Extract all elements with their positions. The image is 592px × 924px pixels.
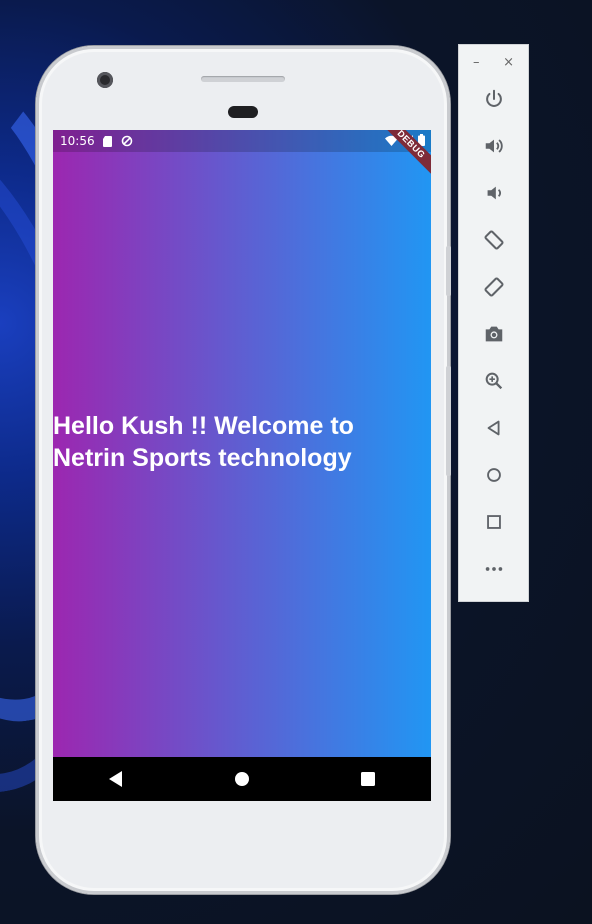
zoom-icon — [485, 372, 502, 389]
status-bar: 10:56 DEBUG — [53, 130, 431, 178]
phone-device-frame: 10:56 DEBUG Hello Kush !! Welcome to Net… — [36, 46, 451, 894]
rotate-left-icon — [483, 229, 504, 250]
power-button[interactable] — [459, 75, 528, 122]
minimize-button[interactable]: – — [473, 55, 480, 75]
rotate-left-button[interactable] — [459, 216, 528, 263]
nav-back-button[interactable] — [96, 759, 136, 799]
earpiece — [228, 106, 258, 118]
close-button[interactable]: × — [503, 55, 514, 75]
overview-button[interactable] — [459, 498, 528, 545]
rotate-right-button[interactable] — [459, 263, 528, 310]
back-icon — [487, 420, 499, 435]
overview-icon — [486, 514, 501, 529]
nav-home-button[interactable] — [222, 759, 262, 799]
emulator-toolbar: – × — [459, 45, 528, 601]
status-time: 10:56 — [60, 134, 95, 148]
sd-card-icon — [102, 135, 113, 147]
power-side-button — [446, 246, 451, 296]
rotate-right-icon — [483, 276, 504, 297]
volume-down-button[interactable] — [459, 169, 528, 216]
recents-square-icon — [361, 772, 375, 786]
screenshot-button[interactable] — [459, 310, 528, 357]
home-button[interactable] — [459, 451, 528, 498]
home-circle-icon — [235, 772, 249, 786]
welcome-text: Hello Kush !! Welcome to Netrin Sports t… — [53, 412, 354, 472]
more-icon — [485, 566, 502, 571]
data-saver-icon — [121, 135, 133, 147]
nav-recents-button[interactable] — [348, 759, 388, 799]
more-button[interactable] — [459, 545, 528, 592]
back-button[interactable] — [459, 404, 528, 451]
volume-up-icon — [485, 138, 503, 153]
volume-up-button[interactable] — [459, 122, 528, 169]
back-triangle-icon — [109, 771, 122, 787]
zoom-button[interactable] — [459, 357, 528, 404]
volume-down-icon — [487, 186, 501, 199]
home-icon — [486, 467, 501, 482]
navigation-bar — [53, 757, 431, 801]
volume-side-button — [446, 366, 451, 476]
front-camera — [97, 72, 113, 88]
power-icon — [485, 89, 502, 107]
app-screen[interactable]: 10:56 DEBUG Hello Kush !! Welcome to Net… — [53, 130, 431, 801]
camera-icon — [485, 326, 502, 341]
top-speaker-grille — [201, 76, 285, 82]
